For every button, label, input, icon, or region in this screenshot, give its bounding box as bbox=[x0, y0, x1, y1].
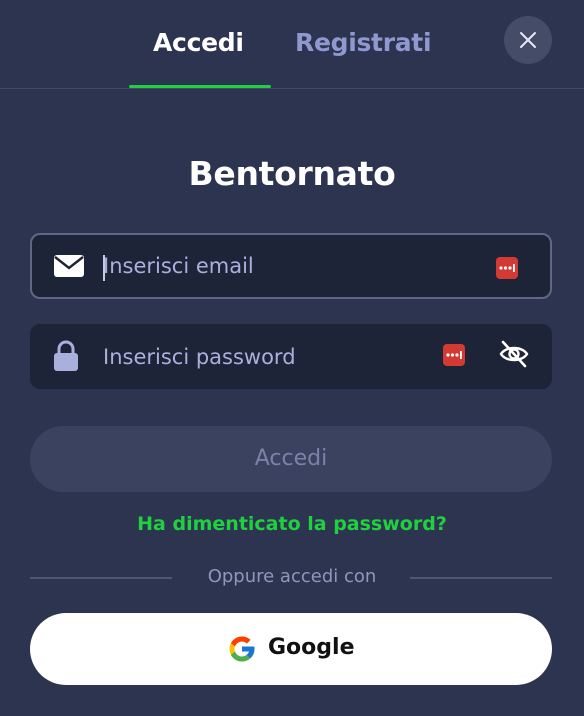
password-input[interactable] bbox=[103, 324, 433, 389]
password-manager-icon[interactable] bbox=[496, 257, 518, 279]
password-field bbox=[30, 324, 552, 389]
email-input[interactable] bbox=[103, 235, 483, 297]
envelope-icon bbox=[54, 255, 84, 277]
forgot-password-link[interactable]: Ha dimenticato la password? bbox=[0, 513, 584, 535]
google-icon bbox=[229, 636, 255, 662]
text-caret bbox=[103, 255, 105, 281]
tab-register[interactable]: Registrati bbox=[295, 28, 432, 57]
email-field bbox=[30, 233, 552, 299]
password-manager-icon[interactable] bbox=[443, 344, 465, 366]
eye-off-icon[interactable] bbox=[498, 338, 530, 370]
google-button-label: Google bbox=[268, 635, 355, 660]
google-login-button[interactable]: Google bbox=[30, 613, 552, 685]
lock-icon bbox=[54, 340, 78, 371]
close-icon bbox=[520, 32, 536, 48]
login-button[interactable]: Accedi bbox=[30, 426, 552, 492]
active-tab-indicator bbox=[129, 85, 271, 88]
auth-tabs: Accedi Registrati bbox=[0, 0, 584, 89]
page-title: Bentornato bbox=[188, 154, 396, 193]
divider-line-right bbox=[410, 577, 552, 579]
close-button[interactable] bbox=[504, 16, 552, 64]
tab-login[interactable]: Accedi bbox=[153, 28, 244, 57]
